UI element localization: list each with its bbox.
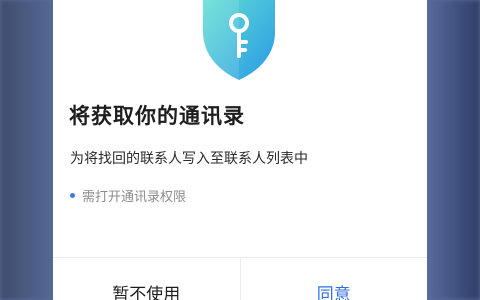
permission-dialog: 将获取你的通讯录 为将找回的联系人写入至联系人列表中 需打开通讯录权限 暂不使用… bbox=[53, 0, 427, 300]
permission-note: 需打开通讯录权限 bbox=[70, 186, 186, 205]
button-row: 暂不使用 同意 bbox=[53, 257, 427, 300]
dialog-title: 将获取你的通讯录 bbox=[69, 104, 245, 128]
screen: 将获取你的通讯录 为将找回的联系人写入至联系人列表中 需打开通讯录权限 暂不使用… bbox=[0, 0, 480, 300]
dialog-description: 为将找回的联系人写入至联系人列表中 bbox=[70, 151, 308, 167]
deny-button-label: 暂不使用 bbox=[112, 285, 181, 300]
key-shield-icon bbox=[203, 0, 275, 80]
allow-button-label: 同意 bbox=[316, 285, 351, 300]
bullet-dot-icon bbox=[70, 193, 75, 198]
background-left bbox=[0, 0, 55, 300]
deny-button[interactable]: 暂不使用 bbox=[53, 258, 241, 300]
permission-note-text: 需打开通讯录权限 bbox=[82, 190, 187, 205]
background-right bbox=[425, 0, 480, 300]
allow-button[interactable]: 同意 bbox=[241, 258, 428, 300]
